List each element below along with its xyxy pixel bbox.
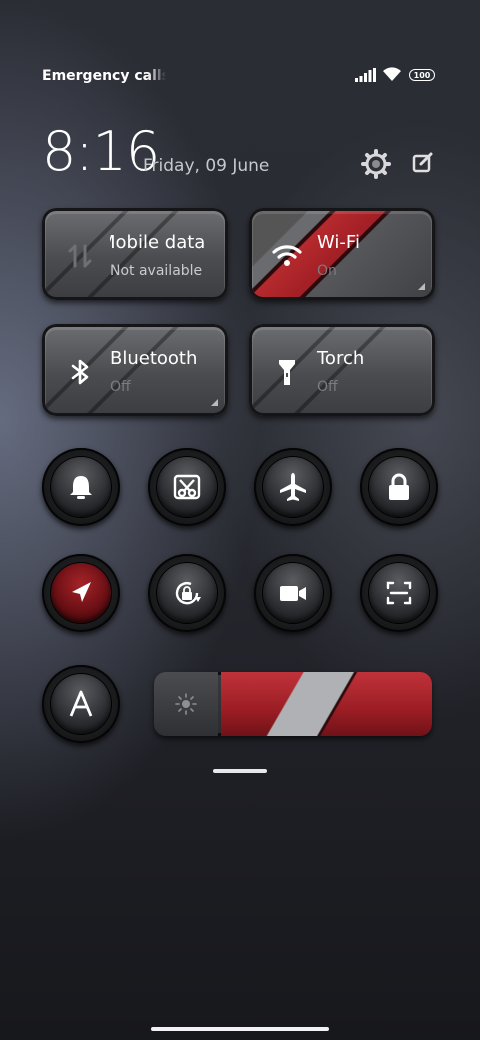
tile-subtitle: Off [317,379,338,395]
gesture-navigation-bar[interactable] [151,1027,329,1031]
tile-title: Mobile data [100,232,206,253]
letter-a-icon [69,690,93,717]
tile-mobile-data[interactable]: Mobile data Not available [42,208,228,300]
mobile-data-icon [68,244,92,268]
toggle-ringer[interactable] [42,448,120,526]
expand-corner-icon[interactable] [418,283,425,290]
edit-icon[interactable] [410,150,436,176]
signal-icon [355,68,376,82]
bell-icon [70,476,92,499]
sun-icon [175,693,197,715]
settings-gear-icon[interactable] [360,148,392,180]
tile-subtitle: Not available [110,263,203,279]
toggle-auto-brightness[interactable] [42,665,120,743]
battery-indicator: 100 [409,69,435,81]
scissors-icon [173,474,201,500]
panel-drag-handle[interactable] [213,769,267,773]
lock-icon [389,473,409,500]
tile-wifi[interactable]: Wi-Fi On [249,208,435,300]
clock-time: 8:16 [42,120,160,183]
toggle-screen-recorder[interactable] [254,554,332,632]
toggle-airplane-mode[interactable] [254,448,332,526]
toggle-screenshot[interactable] [148,448,226,526]
tile-bluetooth[interactable]: Bluetooth Off [42,324,228,416]
toggle-rotation-lock[interactable] [148,554,226,632]
bluetooth-icon [71,359,89,385]
rotation-lock-icon [175,582,201,605]
tile-title: Wi-Fi [317,232,360,253]
airplane-icon [280,473,306,501]
expand-corner-icon[interactable] [211,399,218,406]
toggle-scanner[interactable] [360,554,438,632]
tile-subtitle: On [317,263,337,279]
toggle-lock-screen[interactable] [360,448,438,526]
location-arrow-icon [72,582,91,602]
clock-date: Friday, 09 June [143,156,270,176]
wifi-status-icon [383,67,401,81]
tile-title: Bluetooth [110,348,198,369]
status-carrier-text: Emergency calls only [42,68,166,84]
scan-frame-icon [386,581,412,605]
tile-title: Torch [317,348,365,369]
toggle-location[interactable] [42,554,120,632]
video-camera-icon [280,586,306,601]
brightness-fill [220,672,432,736]
brightness-slider[interactable] [154,672,432,736]
tile-subtitle: Off [110,379,131,395]
torch-icon [279,360,295,385]
wifi-icon [272,245,302,266]
tile-torch[interactable]: Torch Off [249,324,435,416]
